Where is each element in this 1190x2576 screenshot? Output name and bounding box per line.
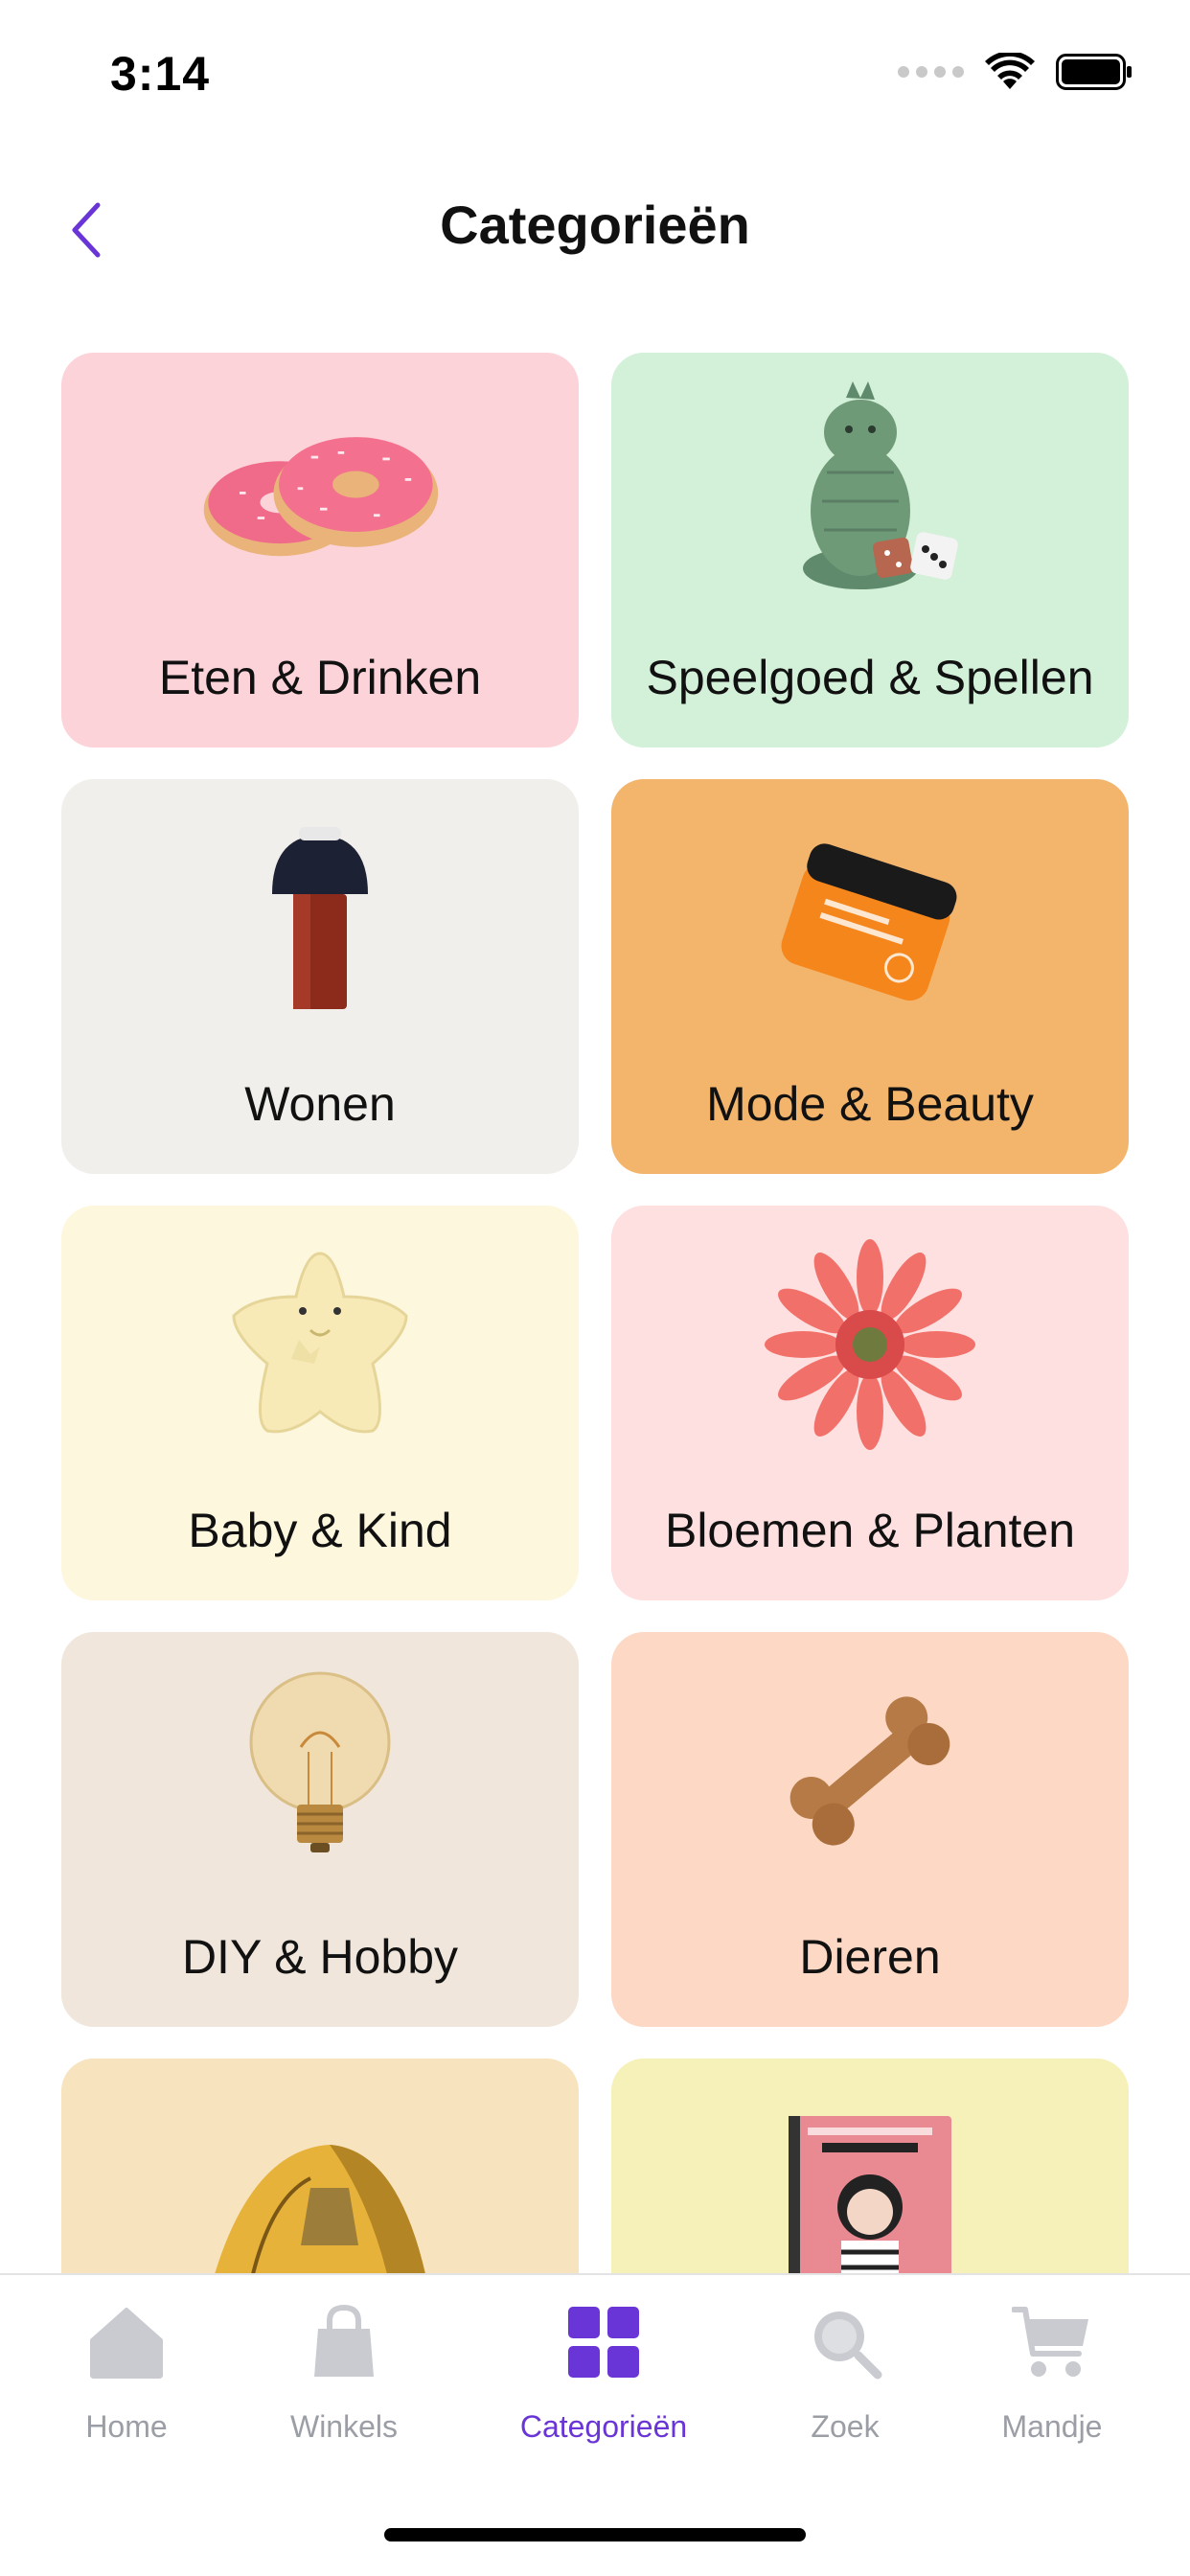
category-label: DIY & Hobby: [181, 1930, 459, 1984]
status-time: 3:14: [110, 47, 211, 101]
tab-winkels[interactable]: Winkels: [239, 2294, 449, 2467]
wifi-icon: [985, 53, 1035, 91]
light-bulb-icon: [186, 1661, 454, 1881]
home-icon: [79, 2294, 174, 2390]
cosmetic-jar-icon: [736, 808, 1004, 1028]
tab-zoek[interactable]: Zoek: [740, 2294, 950, 2467]
donuts-icon: [186, 381, 454, 602]
status-icons: [898, 53, 1133, 91]
grid-icon: [556, 2294, 652, 2390]
star-toy-icon: [186, 1234, 454, 1455]
category-tile-eten-drinken[interactable]: Eten & Drinken: [61, 353, 579, 748]
cellular-signal-icon: [898, 66, 964, 78]
home-indicator: [384, 2528, 806, 2542]
category-tile-outdoor[interactable]: [61, 2058, 579, 2273]
table-lamp-icon: [186, 808, 454, 1028]
category-grid: Eten & Drinken Speelgoed & Spellen Wonen…: [61, 353, 1129, 2273]
tab-label: Mandje: [1001, 2409, 1103, 2444]
book-icon: [736, 2087, 1004, 2273]
search-icon: [797, 2294, 893, 2390]
category-tile-baby-kind[interactable]: Baby & Kind: [61, 1206, 579, 1600]
category-label: Dieren: [799, 1930, 941, 1984]
battery-icon: [1056, 54, 1133, 90]
category-tile-bloemen-planten[interactable]: Bloemen & Planten: [611, 1206, 1129, 1600]
page-title: Categorieën: [440, 195, 750, 255]
category-label: Speelgoed & Spellen: [646, 651, 1094, 704]
cart-icon: [1004, 2294, 1100, 2390]
category-label: Eten & Drinken: [158, 651, 482, 704]
category-tile-boeken[interactable]: [611, 2058, 1129, 2273]
category-label: Mode & Beauty: [706, 1077, 1034, 1131]
status-bar: 3:14: [0, 0, 1190, 144]
category-label: Wonen: [244, 1077, 396, 1131]
tab-label: Zoek: [811, 2409, 880, 2444]
tent-icon: [186, 2087, 454, 2273]
tab-categorieen[interactable]: Categorieën: [498, 2294, 709, 2467]
tab-home[interactable]: Home: [21, 2294, 232, 2467]
navigation-bar: Categorieën: [0, 172, 1190, 278]
dog-bone-icon: [736, 1661, 1004, 1881]
tab-mandje[interactable]: Mandje: [947, 2294, 1157, 2467]
category-tile-mode-beauty[interactable]: Mode & Beauty: [611, 779, 1129, 1174]
gerbera-flower-icon: [736, 1234, 1004, 1455]
shopping-bag-icon: [296, 2294, 392, 2390]
category-grid-scroll[interactable]: Eten & Drinken Speelgoed & Spellen Wonen…: [0, 353, 1190, 2273]
category-tile-dieren[interactable]: Dieren: [611, 1632, 1129, 2027]
category-tile-diy-hobby[interactable]: DIY & Hobby: [61, 1632, 579, 2027]
plush-dino-dice-icon: [736, 381, 1004, 602]
category-label: Bloemen & Planten: [664, 1504, 1076, 1557]
tab-label: Home: [85, 2409, 168, 2444]
tab-label: Categorieën: [519, 2409, 688, 2444]
tab-label: Winkels: [289, 2409, 398, 2444]
category-label: Baby & Kind: [188, 1504, 452, 1557]
category-tile-wonen[interactable]: Wonen: [61, 779, 579, 1174]
category-tile-speelgoed-spellen[interactable]: Speelgoed & Spellen: [611, 353, 1129, 748]
